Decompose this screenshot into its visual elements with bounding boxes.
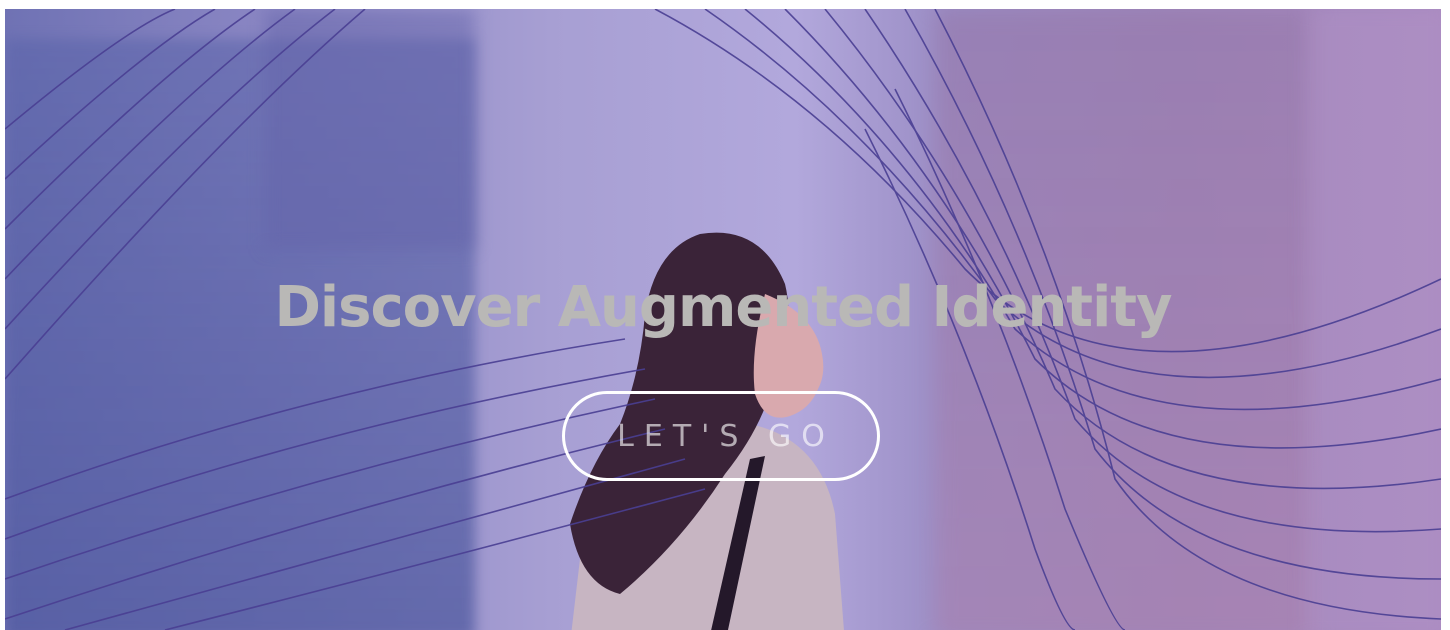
- hero-headline: Discover Augmented Identity: [274, 275, 1172, 340]
- lets-go-button[interactable]: LET'S GO: [562, 391, 880, 481]
- hero-banner: Discover Augmented Identity LET'S GO: [5, 9, 1441, 630]
